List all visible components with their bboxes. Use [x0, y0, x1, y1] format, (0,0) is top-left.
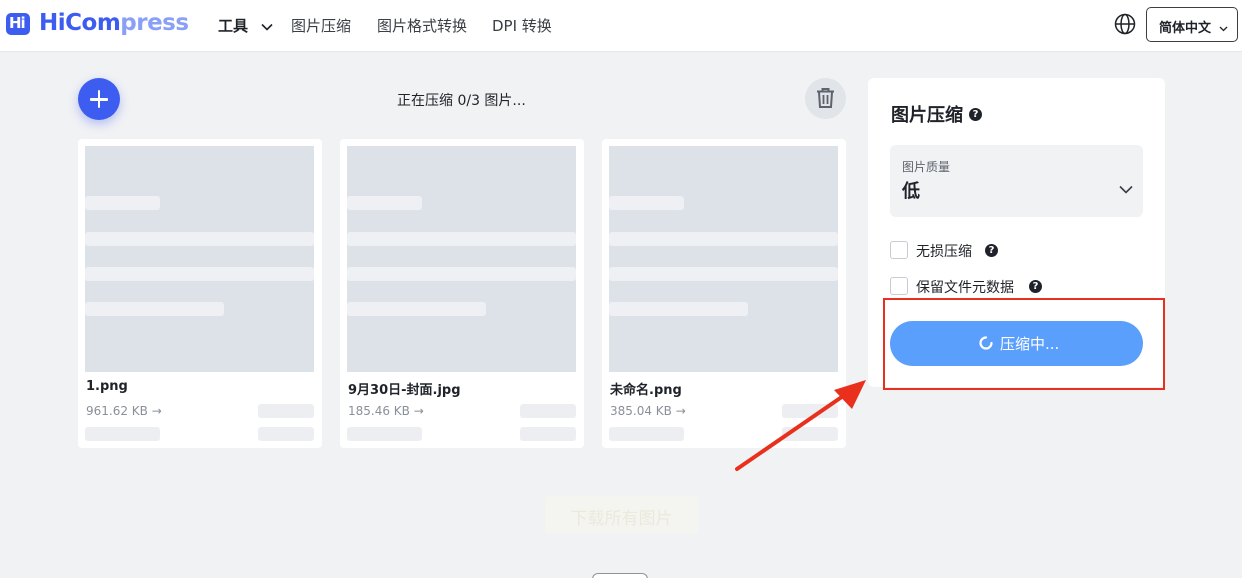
skeleton-line [609, 302, 748, 316]
globe-icon[interactable] [1114, 13, 1136, 35]
chevron-down-icon [1219, 26, 1228, 32]
add-image-button[interactable] [78, 78, 120, 120]
skeleton-line [609, 267, 838, 281]
thumbnail-placeholder [347, 146, 576, 372]
clear-all-button[interactable] [805, 78, 846, 119]
skeleton-line [609, 196, 684, 210]
lossless-checkbox[interactable] [890, 241, 908, 259]
panel-title-text: 图片压缩 [891, 105, 963, 126]
arrow-right-icon: → [675, 404, 686, 418]
file-size-value: 961.62 KB [86, 404, 148, 418]
skeleton-line [85, 267, 314, 281]
skeleton-bar [347, 427, 422, 441]
logo-mark-text: Hi [9, 14, 26, 32]
skeleton-line [85, 196, 160, 210]
nav-image-compress[interactable]: 图片压缩 [291, 15, 351, 36]
skeleton-bar [520, 427, 576, 441]
file-card: 9月30日-封面.jpg 185.46 KB → [340, 139, 584, 448]
help-icon[interactable]: ? [1029, 280, 1042, 293]
file-name: 未命名.png [610, 383, 682, 398]
logo[interactable]: HiCompress [39, 10, 189, 36]
nav-tools-menu[interactable]: 工具 [218, 15, 273, 36]
chevron-down-icon [261, 23, 273, 31]
keep-metadata-label: 保留文件元数据 [916, 280, 1014, 296]
skeleton-bar [258, 404, 314, 418]
skeleton-bar [85, 427, 160, 441]
file-size: 385.04 KB → [610, 404, 686, 418]
arrow-right-icon: → [151, 404, 162, 418]
skeleton-line [609, 232, 838, 246]
annotation-arrow-icon [735, 380, 866, 471]
file-size-value: 185.46 KB [348, 404, 410, 418]
logo-text-strong: HiCom [39, 10, 121, 36]
nav-format-convert[interactable]: 图片格式转换 [377, 15, 467, 36]
skeleton-line [347, 232, 576, 246]
thumbnail-placeholder [85, 146, 314, 372]
logo-text-light: press [120, 10, 189, 36]
compress-status: 正在压缩 0/3 图片... [397, 93, 526, 109]
file-size-value: 385.04 KB [610, 404, 672, 418]
file-size: 961.62 KB → [86, 404, 162, 418]
file-card: 1.png 961.62 KB → [78, 139, 322, 448]
chevron-down-icon [1119, 185, 1133, 194]
skeleton-line [85, 302, 224, 316]
bottom-tab[interactable] [592, 573, 648, 578]
quality-select[interactable]: 图片质量 低 [890, 145, 1143, 217]
arrow-right-icon: → [413, 404, 424, 418]
quality-value: 低 [902, 181, 920, 202]
panel-title: 图片压缩? [891, 101, 982, 127]
skeleton-bar [609, 427, 684, 441]
lossless-label: 无损压缩 [916, 244, 972, 260]
language-label: 简体中文 [1159, 21, 1212, 36]
file-size: 185.46 KB → [348, 404, 424, 418]
logo-icon[interactable]: Hi [6, 13, 30, 35]
download-all-button[interactable]: 下载所有图片 [545, 496, 698, 534]
keep-metadata-checkbox[interactable] [890, 277, 908, 295]
help-icon[interactable]: ? [985, 244, 998, 257]
highlight-box [883, 298, 1165, 390]
skeleton-bar [258, 427, 314, 441]
language-select[interactable]: 简体中文 [1146, 7, 1238, 42]
skeleton-line [347, 302, 486, 316]
skeleton-line [347, 267, 576, 281]
file-name: 1.png [86, 379, 128, 394]
nav-dpi-convert[interactable]: DPI 转换 [492, 15, 552, 36]
top-header: Hi HiCompress 工具 图片压缩 图片格式转换 DPI 转换 简体中文 [0, 0, 1242, 52]
thumbnail-placeholder [609, 146, 838, 372]
skeleton-line [85, 232, 314, 246]
file-name: 9月30日-封面.jpg [348, 383, 461, 398]
nav-tools-label: 工具 [218, 17, 249, 35]
quality-label: 图片质量 [902, 160, 951, 174]
help-icon[interactable]: ? [969, 107, 982, 121]
trash-icon [817, 88, 834, 108]
skeleton-bar [520, 404, 576, 418]
skeleton-line [347, 196, 422, 210]
